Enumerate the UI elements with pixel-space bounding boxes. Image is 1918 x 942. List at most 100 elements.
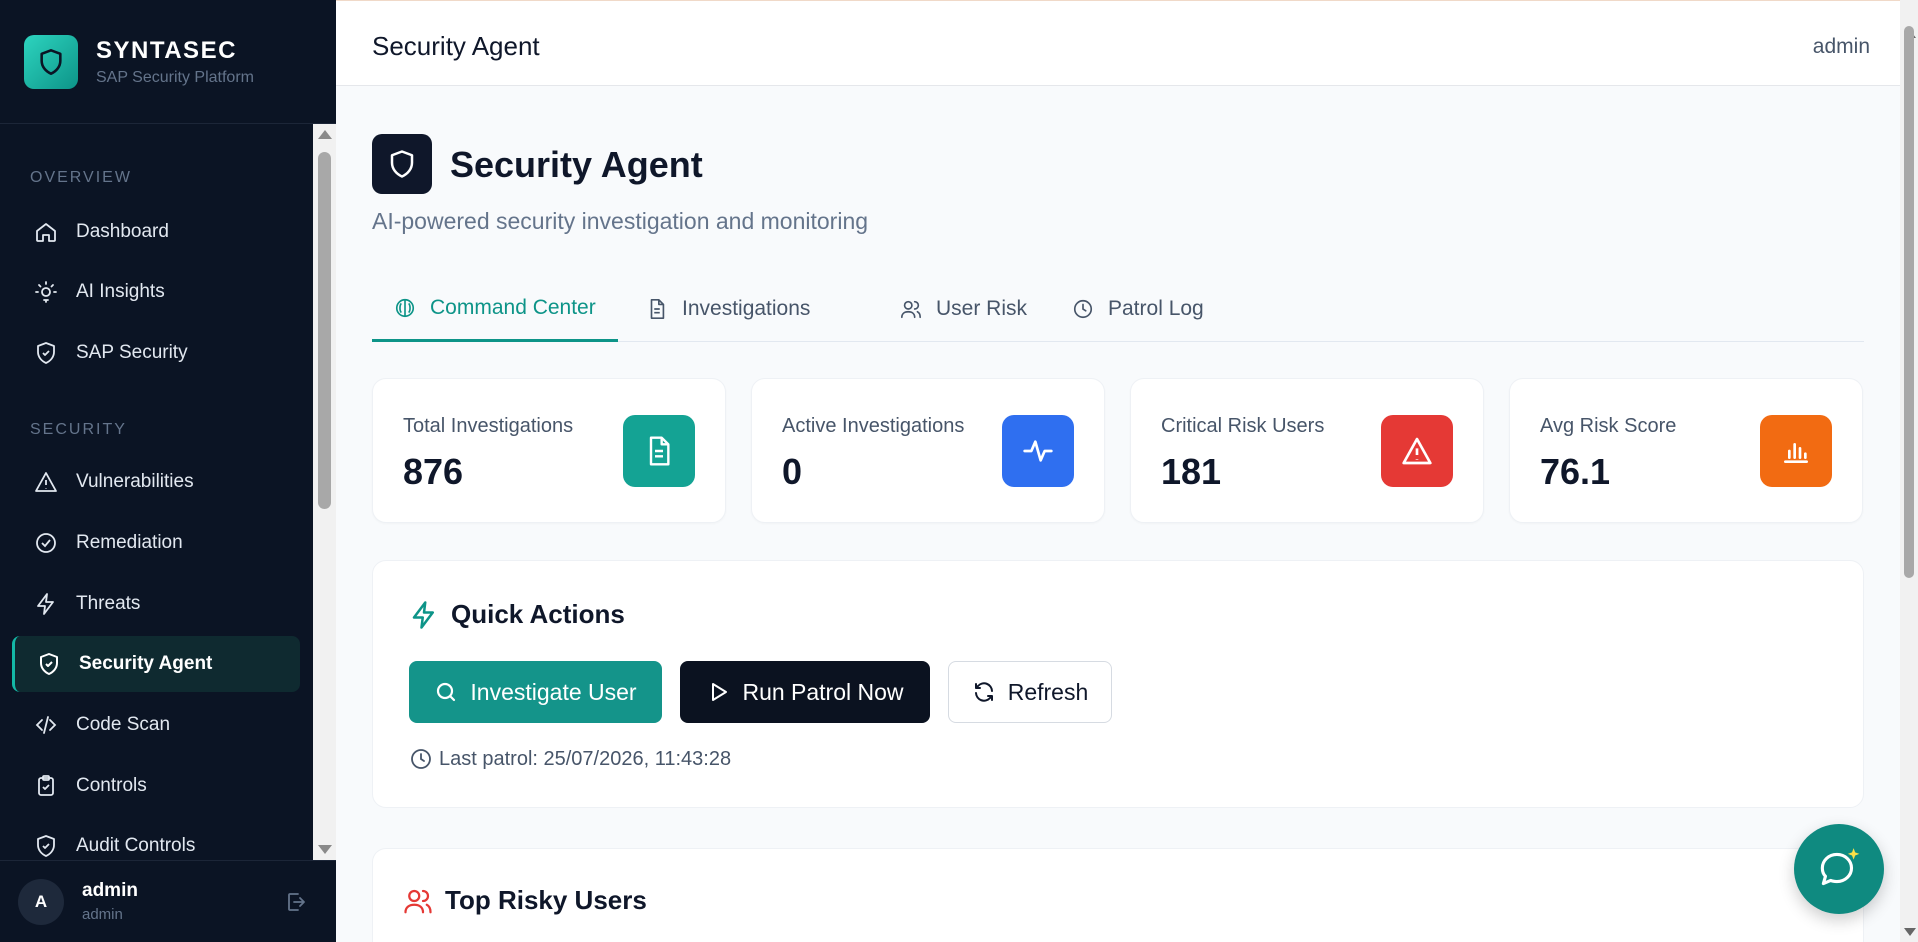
stat-label: Avg Risk Score [1540, 415, 1677, 437]
sidebar-item-label: Remediation [76, 532, 183, 553]
header-user[interactable]: admin [1813, 35, 1870, 59]
lightning-icon [412, 600, 434, 629]
button-label: Investigate User [470, 678, 637, 705]
refresh-icon [974, 682, 993, 702]
tab-patrol-log[interactable]: Patrol Log [1072, 276, 1204, 342]
activity-icon [1002, 415, 1074, 487]
run-patrol-button[interactable]: Run Patrol Now [680, 661, 930, 723]
scroll-down-arrow-icon[interactable] [1904, 928, 1916, 936]
users-icon [404, 889, 432, 913]
home-icon [36, 223, 56, 242]
clipboard-check-icon [38, 775, 54, 796]
page-title: Security Agent [450, 144, 703, 185]
stat-value: 181 [1161, 451, 1222, 492]
scroll-thumb[interactable] [1904, 26, 1914, 578]
refresh-button[interactable]: Refresh [948, 661, 1112, 723]
card-title-text: Quick Actions [451, 599, 625, 629]
sidebar-item-label: Threats [76, 593, 141, 614]
sidebar-item-code-scan[interactable]: Code Scan [12, 697, 300, 753]
stat-card-active-investigations: Active Investigations 0 [751, 378, 1105, 523]
sidebar-item-label: Code Scan [76, 714, 171, 735]
ai-chat-button[interactable] [1794, 824, 1884, 914]
sidebar-item-label: Security Agent [79, 653, 213, 674]
sidebar-item-remediation[interactable]: Remediation [12, 515, 300, 571]
top-risky-users-title: Top Risky Users [403, 885, 647, 916]
quick-actions-title: Quick Actions [409, 599, 625, 630]
quick-actions-card: Quick Actions Investigate User Run Patro… [372, 560, 1864, 808]
lightning-icon [37, 593, 54, 615]
user-panel: A admin admin [0, 860, 336, 942]
tab-bar: Command Center Investigations User Risk … [372, 276, 1864, 342]
warning-triangle-icon [1381, 415, 1453, 487]
section-title-overview: OVERVIEW [30, 169, 132, 186]
document-icon [650, 299, 665, 319]
stat-value: 76.1 [1540, 451, 1611, 492]
sidebar-item-threats[interactable]: Threats [12, 576, 300, 632]
sidebar-item-label: SAP Security [76, 342, 188, 363]
button-label: Refresh [1007, 678, 1089, 705]
search-icon [437, 682, 456, 702]
sidebar-item-audit-controls[interactable]: Audit Controls [12, 818, 300, 860]
chat-sparkle-icon [1820, 848, 1860, 886]
tab-investigations[interactable]: Investigations [646, 276, 810, 342]
stat-card-avg-risk-score: Avg Risk Score 76.1 [1509, 378, 1863, 523]
sidebar-item-label: AI Insights [76, 281, 165, 302]
sidebar-item-label: Audit Controls [76, 835, 196, 856]
users-icon [901, 300, 921, 319]
shield-icon [372, 134, 432, 194]
investigate-user-button[interactable]: Investigate User [409, 661, 662, 723]
sidebar-item-label: Controls [76, 775, 147, 796]
tab-user-risk[interactable]: User Risk [900, 276, 1027, 342]
tab-label: Command Center [430, 295, 596, 319]
main-content: Security Agent AI-powered security inves… [336, 86, 1900, 942]
last-patrol-status: Last patrol: 25/07/2026, 11:43:28 [409, 747, 731, 771]
sidebar-item-label: Vulnerabilities [76, 471, 194, 492]
button-label: Run Patrol Now [742, 678, 904, 705]
sidebar-item-dashboard[interactable]: Dashboard [12, 204, 300, 260]
scroll-down-arrow-icon[interactable] [318, 845, 332, 854]
clock-icon [411, 749, 431, 769]
logout-icon[interactable] [284, 890, 308, 914]
user-role: admin [82, 906, 123, 923]
play-icon [712, 683, 728, 701]
sidebar-item-vulnerabilities[interactable]: Vulnerabilities [12, 454, 300, 510]
sidebar-item-controls[interactable]: Controls [12, 758, 300, 814]
code-icon [35, 716, 57, 734]
brand-subtitle: SAP Security Platform [96, 68, 254, 86]
stat-card-total-investigations: Total Investigations 876 [372, 378, 726, 523]
header-title: Security Agent [372, 31, 540, 61]
bar-chart-icon [1760, 415, 1832, 487]
sidebar-scrollbar[interactable] [313, 124, 336, 860]
shield-check-icon [40, 653, 58, 675]
scroll-thumb[interactable] [318, 152, 331, 509]
stat-card-critical-risk-users: Critical Risk Users 181 [1130, 378, 1484, 523]
stat-label: Critical Risk Users [1161, 415, 1325, 437]
section-title-security: SECURITY [30, 421, 127, 438]
tab-label: User Risk [936, 297, 1028, 320]
stat-label: Total Investigations [403, 415, 574, 437]
sidebar-nav: OVERVIEW Dashboard AI Insights SAP Secur… [0, 124, 313, 860]
brain-icon [395, 298, 415, 317]
brand-logo-icon [24, 34, 78, 89]
brand: SYNTASEC SAP Security Platform [0, 0, 336, 124]
page-scrollbar[interactable] [1900, 0, 1918, 942]
sidebar-item-label: Dashboard [76, 221, 169, 242]
scroll-up-arrow-icon[interactable] [318, 130, 332, 139]
top-header: Security Agent admin [336, 0, 1900, 86]
sidebar-item-sap-security[interactable]: SAP Security [12, 325, 300, 381]
stat-value: 0 [782, 451, 803, 492]
sidebar: SYNTASEC SAP Security Platform OVERVIEW … [0, 0, 336, 942]
stat-label: Active Investigations [782, 415, 965, 437]
shield-check-icon [37, 342, 55, 364]
card-title-text: Top Risky Users [445, 885, 647, 915]
tab-command-center[interactable]: Command Center [372, 276, 618, 342]
top-risky-users-card: Top Risky Users [372, 848, 1864, 942]
page-subtitle: AI-powered security investigation and mo… [372, 208, 869, 234]
sidebar-item-security-agent[interactable]: Security Agent [12, 636, 300, 692]
warning-triangle-icon [35, 472, 57, 492]
sidebar-item-ai-insights[interactable]: AI Insights [12, 264, 300, 320]
avatar: A [18, 878, 64, 925]
brand-name: SYNTASEC [96, 36, 237, 64]
lightbulb-icon [35, 281, 57, 303]
check-circle-icon [36, 533, 56, 553]
